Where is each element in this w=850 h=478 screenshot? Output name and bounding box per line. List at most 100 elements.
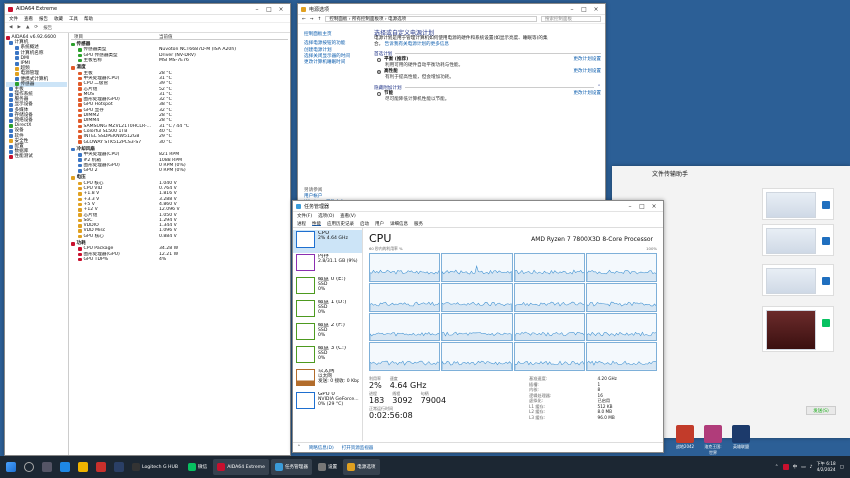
explorer-icon[interactable]: [78, 462, 88, 472]
aida64-titlebar[interactable]: AIDA64 Extreme – □ ×: [5, 4, 290, 15]
tab[interactable]: 服务: [414, 221, 423, 227]
sensor-row[interactable]: GPU 核心 0.884 V: [71, 234, 288, 239]
aida64-tray-icon[interactable]: [782, 464, 789, 470]
image-message[interactable]: [762, 224, 834, 256]
taskbar-app[interactable]: 任务管理器: [270, 459, 312, 475]
search-icon[interactable]: [24, 462, 34, 472]
tree-item[interactable]: 性能测试: [6, 154, 67, 159]
start-icon[interactable]: [6, 462, 16, 472]
sensor-row[interactable]: GLOWAY STK512PCS3-S7 30 °C: [71, 140, 288, 145]
menu-item[interactable]: 选项(O): [318, 213, 334, 219]
forward-icon[interactable]: →: [310, 17, 314, 22]
taskbar-app[interactable]: AIDA64 Extreme: [213, 459, 269, 475]
taskbar-app[interactable]: Logitech G HUB: [128, 459, 182, 475]
image-message[interactable]: [762, 264, 834, 296]
desktop-icon[interactable]: 英雄联盟: [730, 425, 752, 450]
notification-icon[interactable]: ▢: [840, 465, 844, 470]
close-button[interactable]: ×: [275, 6, 287, 13]
steam-icon[interactable]: [114, 462, 124, 472]
language-indicator[interactable]: 中: [793, 464, 798, 470]
resource-item[interactable]: 磁盘 3 (C:) SSD 0%: [293, 345, 362, 368]
network-icon[interactable]: ▭: [801, 465, 805, 470]
column-value[interactable]: 当前值: [159, 34, 173, 40]
plan-radio[interactable]: [377, 92, 381, 96]
chrome-icon[interactable]: [96, 462, 106, 472]
sensor-row[interactable]: GPU TDP% 4%: [71, 257, 288, 262]
minimize-button[interactable]: –: [624, 203, 636, 210]
menu-item[interactable]: 工具: [69, 16, 78, 22]
resource-monitor-link[interactable]: 打开资源监视器: [342, 445, 374, 451]
chevron-up-icon[interactable]: ⌃: [297, 445, 301, 450]
sidebar-link-sleep[interactable]: 更改计算机睡眠时间: [304, 60, 364, 66]
minimize-button[interactable]: –: [251, 6, 263, 13]
change-plan-settings-link[interactable]: 更改计划设置: [573, 91, 601, 97]
hidden-plans-header[interactable]: 隐藏附加计划 ⌃: [374, 84, 601, 91]
change-plan-settings-link[interactable]: 更改计划设置: [573, 57, 601, 63]
cpu-core-graphs[interactable]: [369, 253, 657, 371]
fewer-details-link[interactable]: 简略信息(D): [309, 445, 334, 451]
maximize-button[interactable]: □: [578, 6, 590, 13]
maximize-button[interactable]: □: [263, 6, 275, 13]
menu-item[interactable]: 报告: [39, 16, 48, 22]
search-input[interactable]: 搜索控制面板: [541, 16, 601, 22]
forward-icon[interactable]: ▶: [17, 25, 20, 30]
tab[interactable]: 用户: [375, 221, 384, 227]
minimize-button[interactable]: –: [566, 6, 578, 13]
menu-item[interactable]: 收藏: [54, 16, 63, 22]
learn-more-link[interactable]: 告诉我有关电源计划的更多信息: [385, 42, 449, 47]
plan-radio[interactable]: [377, 58, 381, 62]
refresh-icon[interactable]: ⟳: [34, 25, 38, 30]
power-titlebar[interactable]: 电源选项 – □ ×: [298, 4, 605, 15]
up-icon[interactable]: ↑: [318, 17, 322, 22]
menu-item[interactable]: 查看: [24, 16, 33, 22]
back-icon[interactable]: ◀: [9, 25, 12, 30]
desktop-icon[interactable]: 战地2042: [674, 425, 696, 450]
close-button[interactable]: ×: [648, 203, 660, 210]
chevron-up-icon[interactable]: ⌃: [775, 465, 779, 470]
send-button[interactable]: 发送(S): [806, 406, 836, 415]
tab[interactable]: 详细信息: [390, 221, 408, 227]
resource-item[interactable]: 内存 2.8/31.1 GB (9%): [293, 253, 362, 276]
tab[interactable]: 应用历史记录: [327, 221, 354, 227]
sensor-row[interactable]: GPU 2 0 RPM (0%): [71, 168, 288, 173]
edge-icon[interactable]: [60, 462, 70, 472]
resource-item[interactable]: 磁盘 0 (E:) SSD 0%: [293, 276, 362, 299]
resource-item[interactable]: 磁盘 1 (D:) SSD 0%: [293, 299, 362, 322]
resource-item[interactable]: CPU 2% 4.64 GHz: [293, 230, 362, 253]
taskbar-app[interactable]: 电源选项: [343, 459, 380, 475]
desktop-icon[interactable]: 洛克王国: 世界: [702, 425, 724, 456]
back-icon[interactable]: ←: [302, 17, 306, 22]
chevron-up-icon[interactable]: ⌃: [597, 85, 601, 90]
breadcrumb[interactable]: 控制面板 › 所有控制面板项 › 电源选项: [325, 16, 537, 22]
report-button[interactable]: 报告: [43, 25, 52, 31]
sensor-icon: [78, 252, 82, 257]
desktop-icon-image: [704, 425, 722, 443]
tm-titlebar[interactable]: 任务管理器 – □ ×: [293, 201, 663, 212]
maximize-button[interactable]: □: [636, 203, 648, 210]
close-button[interactable]: ×: [590, 6, 602, 13]
column-item[interactable]: 项目: [71, 34, 159, 40]
tab[interactable]: 性能: [312, 221, 321, 227]
menu-item[interactable]: 查看(V): [340, 213, 356, 219]
resource-item[interactable]: 以太网 以太网 发送: 0 接收: 0 Kbps: [293, 368, 362, 391]
task-view-icon[interactable]: [42, 462, 52, 472]
up-icon[interactable]: ▲: [26, 25, 29, 30]
taskbar-app[interactable]: 设置: [314, 459, 341, 475]
tab[interactable]: 进程: [297, 221, 306, 227]
menu-item[interactable]: 文件(F): [297, 213, 312, 219]
stat-row: 进程 183 线程 3092 句柄 79004: [369, 391, 519, 406]
menu-item[interactable]: 文件: [9, 16, 18, 22]
volume-icon[interactable]: ♪: [810, 465, 813, 470]
taskbar-app[interactable]: 微信: [184, 459, 211, 475]
tab[interactable]: 启动: [360, 221, 369, 227]
resource-item[interactable]: 磁盘 2 (F:) SSD 0%: [293, 322, 362, 345]
sensor-row[interactable]: 主板名称 MSI MS-7E76: [71, 58, 288, 63]
resource-item[interactable]: GPU 0 NVIDIA GeForce... 0% (29 °C): [293, 391, 362, 414]
change-plan-settings-link[interactable]: 更改计划设置: [573, 69, 601, 75]
image-message[interactable]: [762, 188, 834, 220]
clock[interactable]: 下午 6:18 4/2/2024: [817, 461, 836, 473]
control-panel-home-link[interactable]: 控制面板主页: [304, 32, 364, 38]
plan-radio[interactable]: [377, 70, 381, 74]
menu-item[interactable]: 帮助: [84, 16, 93, 22]
image-message[interactable]: [762, 306, 834, 352]
